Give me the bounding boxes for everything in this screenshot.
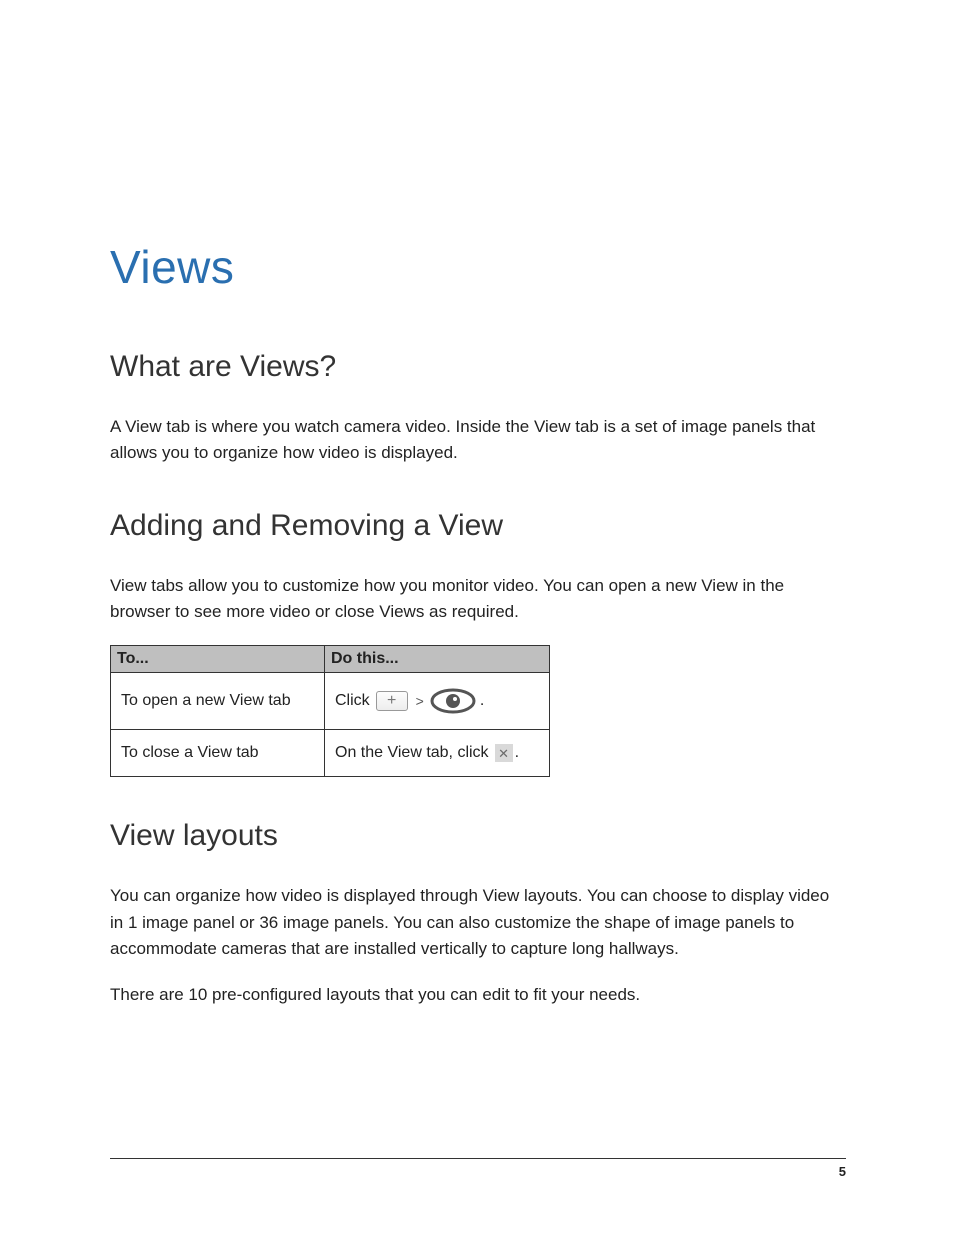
instruction-suffix: .	[480, 692, 484, 710]
actions-table: To... Do this... To open a new View tab …	[110, 645, 550, 777]
section-heading-what-are-views: What are Views?	[110, 350, 846, 384]
chevron-right-icon: >	[416, 693, 424, 709]
page-number: 5	[839, 1164, 846, 1179]
close-icon: ✕	[495, 744, 513, 762]
paragraph: View tabs allow you to customize how you…	[110, 573, 846, 626]
table-header-row: To... Do this...	[111, 646, 550, 673]
table-header-do: Do this...	[325, 646, 550, 673]
table-cell-do: Click + > .	[325, 673, 550, 730]
paragraph: You can organize how video is displayed …	[110, 883, 846, 962]
table-row: To open a new View tab Click + >	[111, 673, 550, 730]
footer-divider	[110, 1158, 846, 1159]
instruction-text: On the View tab, click	[335, 744, 489, 762]
table-cell-do: On the View tab, click ✕ .	[325, 730, 550, 777]
plus-icon: +	[376, 691, 408, 711]
document-page: Views What are Views? A View tab is wher…	[0, 0, 954, 1009]
section-heading-view-layouts: View layouts	[110, 819, 846, 853]
page-title: Views	[110, 240, 846, 294]
instruction-text: Click	[335, 692, 370, 710]
table-cell-to: To close a View tab	[111, 730, 325, 777]
table-cell-to: To open a new View tab	[111, 673, 325, 730]
instruction-suffix: .	[515, 744, 519, 762]
eye-icon	[430, 687, 476, 715]
paragraph: A View tab is where you watch camera vid…	[110, 414, 846, 467]
table-header-to: To...	[111, 646, 325, 673]
table-row: To close a View tab On the View tab, cli…	[111, 730, 550, 777]
paragraph: There are 10 pre-configured layouts that…	[110, 982, 846, 1008]
section-heading-adding-removing: Adding and Removing a View	[110, 509, 846, 543]
